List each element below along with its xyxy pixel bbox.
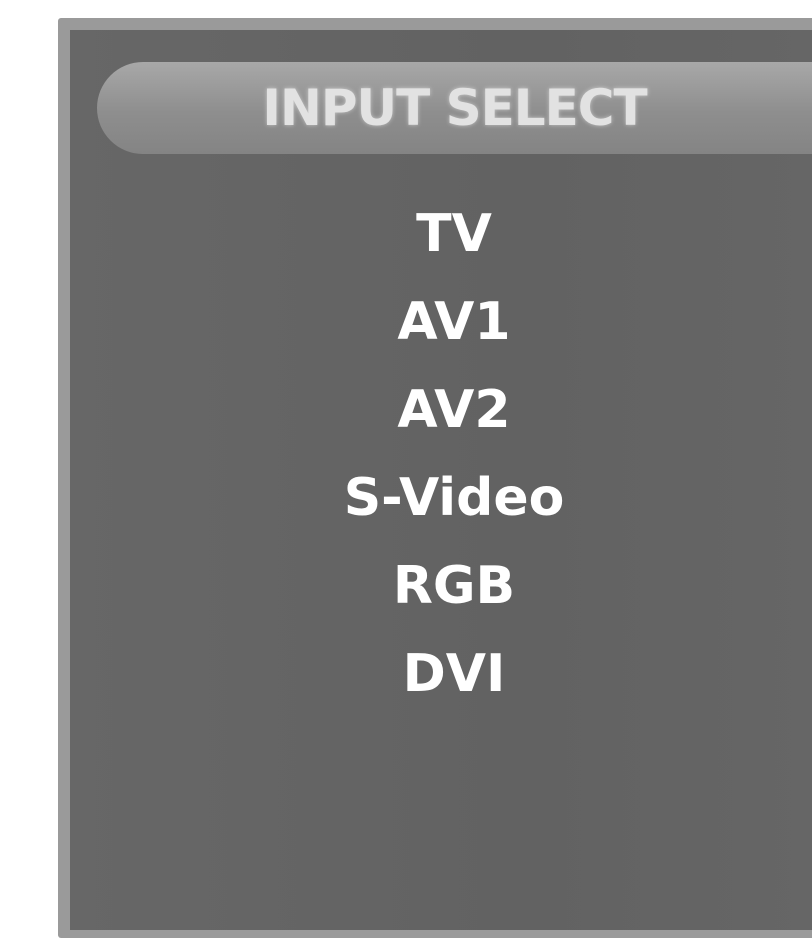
input-option-dvi[interactable]: DVI	[68, 630, 812, 718]
input-option-tv[interactable]: TV	[68, 190, 812, 278]
input-option-s-video[interactable]: S-Video	[68, 454, 812, 542]
input-option-av1[interactable]: AV1	[68, 278, 812, 366]
input-option-rgb[interactable]: RGB	[68, 542, 812, 630]
menu-title: INPUT SELECT	[262, 79, 647, 137]
input-option-av2[interactable]: AV2	[68, 366, 812, 454]
input-source-list: TV AV1 AV2 S-Video RGB DVI	[70, 190, 812, 718]
